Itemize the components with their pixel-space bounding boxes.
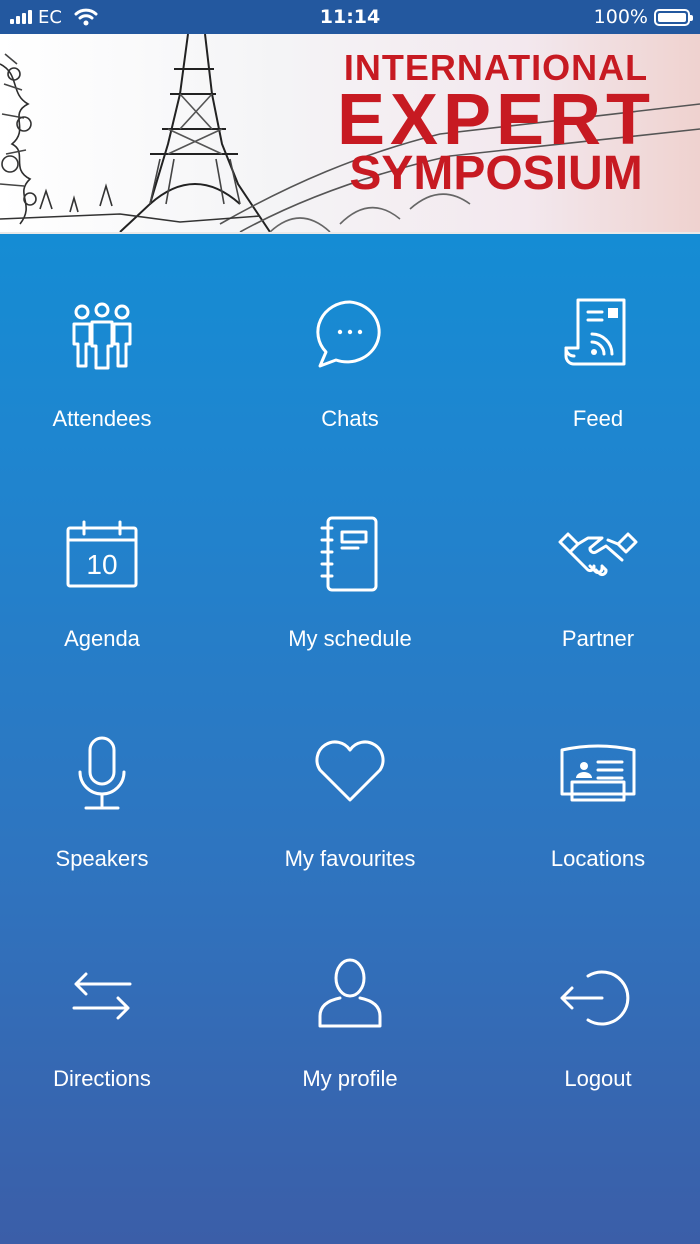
menu-label-feed: Feed — [572, 406, 624, 431]
menu-label-attendees: Attendees — [52, 406, 152, 431]
menu-tile-attendees[interactable]: Attendees — [0, 240, 218, 460]
menu-label-partner: Partner — [561, 626, 635, 651]
booth-icon — [558, 734, 638, 814]
menu-tile-feed[interactable]: Feed — [482, 240, 700, 460]
menu-tile-locations[interactable]: Locations — [482, 680, 700, 900]
notebook-icon — [310, 514, 390, 594]
heart-icon — [310, 734, 390, 814]
menu-label-my-schedule: My schedule — [288, 626, 412, 651]
menu-label-locations: Locations — [550, 846, 646, 871]
calendar-icon: 10 — [62, 514, 142, 594]
battery-icon — [654, 8, 693, 26]
banner-title: INTERNATIONAL EXPERT SYMPOSIUM — [316, 50, 676, 198]
menu-label-directions: Directions — [53, 1066, 151, 1091]
menu-tile-chats[interactable]: Chats — [234, 240, 466, 460]
battery-percent: 100% — [593, 6, 648, 28]
chat-bubble-icon — [310, 294, 390, 374]
menu-label-logout: Logout — [564, 1066, 632, 1091]
arrows-icon — [62, 954, 142, 1034]
menu-tile-agenda[interactable]: 10 Agenda — [0, 460, 218, 680]
banner-line-expert: EXPERT — [336, 80, 656, 160]
menu-label-agenda: Agenda — [64, 626, 140, 651]
menu-label-speakers: Speakers — [55, 846, 149, 871]
event-banner: INTERNATIONAL EXPERT SYMPOSIUM — [0, 34, 700, 234]
profile-icon — [310, 954, 390, 1034]
menu-tile-directions[interactable]: Directions — [0, 900, 218, 1120]
menu-tile-my-profile[interactable]: My profile — [234, 900, 466, 1120]
menu-tile-my-schedule[interactable]: My schedule — [234, 460, 466, 680]
menu-label-chats: Chats — [321, 406, 379, 431]
news-feed-icon — [558, 294, 638, 374]
attendees-icon — [62, 294, 142, 374]
microphone-icon — [62, 734, 142, 814]
calendar-day: 10 — [86, 549, 117, 580]
status-right: 100% — [593, 6, 693, 28]
menu-label-my-favourites: My favourites — [284, 846, 416, 871]
menu-tile-my-favourites[interactable]: My favourites — [234, 680, 466, 900]
menu-label-my-profile: My profile — [302, 1066, 398, 1091]
menu-tile-logout[interactable]: Logout — [482, 900, 700, 1120]
status-bar: EC 11:14 100% — [0, 0, 700, 34]
handshake-icon — [558, 514, 638, 594]
logout-icon — [558, 954, 638, 1034]
banner-line-symposium: SYMPOSIUM — [349, 147, 643, 200]
menu-tile-partner[interactable]: Partner — [482, 460, 700, 680]
menu-tile-speakers[interactable]: Speakers — [0, 680, 218, 900]
